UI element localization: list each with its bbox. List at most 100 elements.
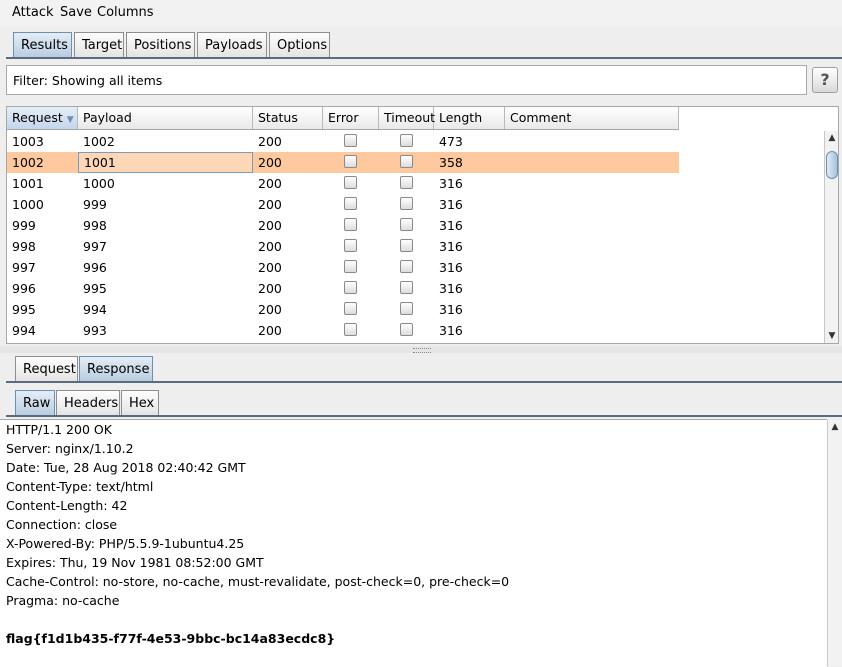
tab-hex[interactable]: Hex (121, 390, 159, 415)
cell-request: 999 (12, 218, 36, 233)
cell-payload: 1001 (78, 152, 253, 173)
response-line: X-Powered-By: PHP/5.5.9-1ubuntu4.25 (6, 536, 245, 551)
splitter-grip-icon[interactable] (413, 348, 431, 353)
column-label: Request (12, 110, 63, 125)
table-row[interactable]: 999 998 200 316 (7, 215, 679, 236)
cell-payload: 1002 (83, 134, 115, 149)
cell-status: 200 (258, 260, 282, 275)
cell-request: 1001 (12, 176, 44, 191)
timeout-checkbox (400, 281, 413, 294)
results-table: Request ▼ Payload Status Error Timeout Le… (6, 106, 839, 344)
table-row[interactable]: 995 994 200 316 (7, 299, 679, 320)
scroll-up-icon[interactable]: ▲ (825, 131, 838, 145)
cell-length: 316 (439, 197, 463, 212)
response-line: Server: nginx/1.10.2 (6, 441, 134, 456)
cell-request: 996 (12, 281, 36, 296)
cell-status: 200 (258, 323, 282, 338)
tab-positions[interactable]: Positions (126, 32, 195, 57)
error-checkbox (344, 260, 357, 273)
cell-payload: 995 (83, 281, 107, 296)
table-row[interactable]: 994 993 200 316 (7, 320, 679, 341)
cell-status: 200 (258, 239, 282, 254)
error-checkbox (344, 239, 357, 252)
error-checkbox (344, 281, 357, 294)
cell-request: 1003 (12, 134, 44, 149)
cell-length: 316 (439, 323, 463, 338)
cell-payload: 996 (83, 260, 107, 275)
tab-results[interactable]: Results (13, 32, 72, 57)
timeout-checkbox (400, 197, 413, 210)
column-header-request[interactable]: Request ▼ (7, 107, 78, 129)
response-line: Date: Tue, 28 Aug 2018 02:40:42 GMT (6, 460, 246, 475)
tab-divider (6, 57, 842, 59)
cell-status: 200 (258, 155, 282, 170)
detail-tab-divider (6, 381, 842, 383)
scroll-thumb[interactable] (826, 151, 838, 179)
response-viewer[interactable]: HTTP/1.1 200 OK Server: nginx/1.10.2 Dat… (0, 419, 827, 667)
filter-bar[interactable]: Filter: Showing all items (6, 65, 807, 95)
cell-length: 316 (439, 302, 463, 317)
cell-payload: 999 (83, 197, 107, 212)
tab-request[interactable]: Request (15, 356, 78, 381)
cell-request: 1000 (12, 197, 44, 212)
cell-length: 316 (439, 239, 463, 254)
tab-headers[interactable]: Headers (56, 390, 120, 415)
table-scrollbar[interactable]: ▲ ▼ (824, 131, 838, 343)
error-checkbox (344, 134, 357, 147)
cell-status: 200 (258, 302, 282, 317)
cell-length: 473 (439, 134, 463, 149)
cell-payload: 1000 (83, 176, 115, 191)
column-header-status[interactable]: Status (253, 107, 323, 129)
cell-length: 358 (439, 155, 463, 170)
column-header-comment[interactable]: Comment (505, 107, 679, 129)
response-line: Pragma: no-cache (6, 593, 120, 608)
error-checkbox (344, 323, 357, 336)
tab-payloads[interactable]: Payloads (197, 32, 267, 57)
table-row[interactable]: 1002 1001 200 358 (7, 152, 679, 173)
table-row[interactable]: 997 996 200 316 (7, 257, 679, 278)
timeout-checkbox (400, 155, 413, 168)
cell-request: 998 (12, 239, 36, 254)
response-body-flag: flag{f1d1b435-f77f-4e53-9bbc-bc14a83ecdc… (6, 631, 336, 646)
cell-status: 200 (258, 218, 282, 233)
column-header-error[interactable]: Error (323, 107, 379, 129)
cell-request: 994 (12, 323, 36, 338)
cell-payload: 997 (83, 239, 107, 254)
timeout-checkbox (400, 134, 413, 147)
response-line: Cache-Control: no-store, no-cache, must-… (6, 574, 510, 589)
cell-length: 316 (439, 176, 463, 191)
tab-options[interactable]: Options (269, 32, 330, 57)
menu-bar: Attack Save Columns (0, 0, 842, 26)
table-row[interactable]: 996 995 200 316 (7, 278, 679, 299)
tab-response[interactable]: Response (79, 356, 153, 381)
cell-length: 316 (439, 281, 463, 296)
menu-save[interactable]: Save (60, 5, 92, 20)
tab-target[interactable]: Target (74, 32, 124, 57)
help-button[interactable]: ? (812, 67, 838, 93)
column-header-payload[interactable]: Payload (78, 107, 253, 129)
timeout-checkbox (400, 176, 413, 189)
menu-attack[interactable]: Attack (12, 5, 54, 20)
response-line: HTTP/1.1 200 OK (6, 422, 112, 437)
table-row[interactable]: 1000 999 200 316 (7, 194, 679, 215)
table-row[interactable]: 998 997 200 316 (7, 236, 679, 257)
error-checkbox (344, 197, 357, 210)
sort-down-icon: ▼ (66, 115, 74, 125)
column-header-timeout[interactable]: Timeout (379, 107, 435, 129)
error-checkbox (344, 302, 357, 315)
timeout-checkbox (400, 260, 413, 273)
error-checkbox (344, 218, 357, 231)
tab-raw[interactable]: Raw (15, 390, 55, 415)
timeout-checkbox (400, 323, 413, 336)
table-row[interactable]: 1003 1002 200 473 (7, 131, 679, 152)
scroll-down-icon[interactable]: ▼ (825, 329, 838, 343)
timeout-checkbox (400, 239, 413, 252)
column-header-length[interactable]: Length (434, 107, 505, 129)
table-row[interactable]: 1001 1000 200 316 (7, 173, 679, 194)
cell-payload: 998 (83, 218, 107, 233)
view-tab-divider (6, 415, 842, 417)
response-scrollbar[interactable]: ▲ (827, 420, 842, 666)
cell-payload: 993 (83, 323, 107, 338)
menu-columns[interactable]: Columns (97, 5, 154, 20)
scroll-up-icon[interactable]: ▲ (828, 420, 842, 434)
